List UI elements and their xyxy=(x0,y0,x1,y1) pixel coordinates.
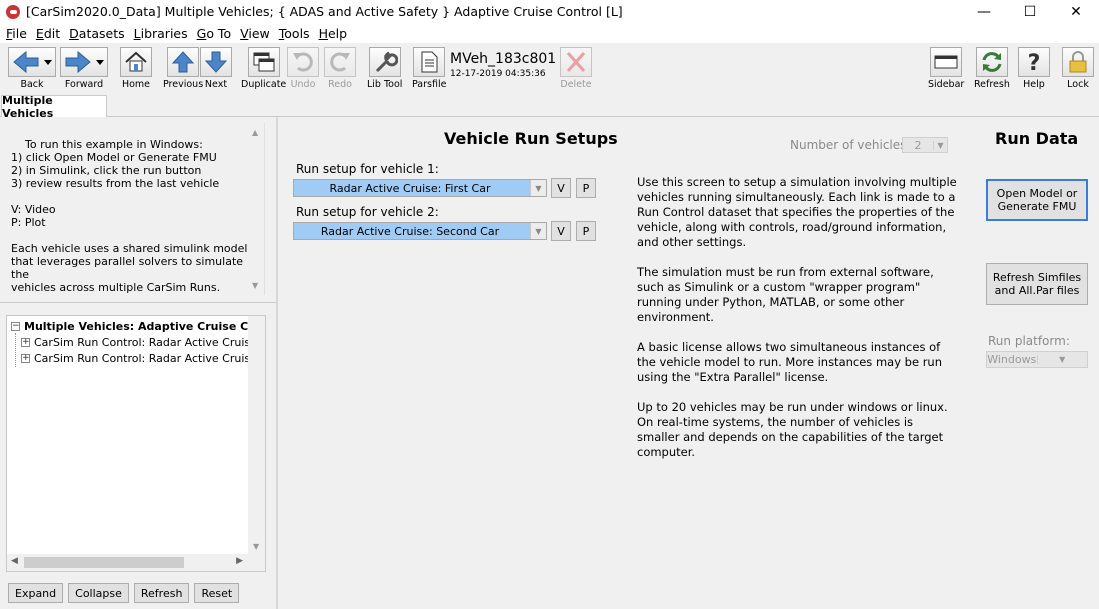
tree-horizontal-scrollbar[interactable]: ◀ ▶ xyxy=(7,554,265,571)
scroll-left-icon[interactable]: ◀ xyxy=(11,556,18,566)
chevron-down-icon[interactable]: ▼ xyxy=(530,223,546,239)
scroll-down-icon[interactable]: ▼ xyxy=(252,279,258,292)
dataset-tree: − Multiple Vehicles: Adaptive Cruise Con… xyxy=(6,315,266,572)
carsim-app-icon xyxy=(6,4,20,19)
tree-connector xyxy=(15,333,16,367)
undo-button[interactable]: Undo xyxy=(287,47,319,90)
scroll-up-icon[interactable]: ▲ xyxy=(252,126,258,139)
redo-button[interactable]: Redo xyxy=(324,47,356,90)
num-vehicles-select[interactable]: 2 ▼ xyxy=(902,137,948,153)
refresh-toolbar-button[interactable]: Refresh xyxy=(974,47,1010,90)
menu-file[interactable]: File xyxy=(3,26,33,41)
vehicle1-video-button[interactable]: V xyxy=(551,178,571,198)
vehicle2-setup-combo[interactable]: Radar Active Cruise: Second Car ▼ xyxy=(293,222,547,240)
run-platform-select[interactable]: Windows ▼ xyxy=(986,351,1088,368)
toolbar: Back Forward Home Previous Next Duplicat… xyxy=(0,44,1099,93)
chevron-down-icon: ▼ xyxy=(933,140,947,150)
dataset-timestamp: 12-17-2019 04:35:36 xyxy=(450,69,546,79)
menu-view[interactable]: View xyxy=(237,26,276,41)
forward-button[interactable]: Forward xyxy=(60,47,108,90)
delete-x-icon xyxy=(566,52,586,72)
up-arrow-icon xyxy=(171,51,195,73)
notes-text[interactable]: To run this example in Windows: 1) click… xyxy=(5,123,265,295)
wrench-icon xyxy=(375,51,398,73)
home-button[interactable]: Home xyxy=(120,47,152,90)
expand-icon[interactable]: + xyxy=(21,353,30,363)
refresh-tree-button[interactable]: Refresh xyxy=(133,583,190,603)
refresh-simfiles-button[interactable]: Refresh Simfiles and All.Par files xyxy=(986,263,1088,305)
menu-help[interactable]: Help xyxy=(316,26,354,41)
scroll-right-icon[interactable]: ▶ xyxy=(236,556,243,566)
help-button[interactable]: ? Help xyxy=(1018,47,1050,90)
scroll-thumb[interactable] xyxy=(24,557,184,568)
previous-button[interactable]: Previous xyxy=(163,47,203,90)
close-button[interactable]: ✕ xyxy=(1053,0,1099,23)
lock-icon xyxy=(1069,51,1087,73)
duplicate-icon xyxy=(253,52,275,72)
run-platform-label: Run platform: xyxy=(988,334,1070,348)
dataset-name: MVeh_183c801 xyxy=(450,51,557,67)
document-icon xyxy=(421,51,438,73)
refresh-icon xyxy=(982,52,1002,72)
tree-buttons: Expand Collapse Refresh Reset xyxy=(8,583,240,603)
home-icon xyxy=(125,51,147,72)
run-data-heading: Run Data xyxy=(995,129,1079,148)
left-panel: To run this example in Windows: 1) click… xyxy=(0,117,278,609)
menu-edit[interactable]: Edit xyxy=(33,26,66,41)
menu-libraries[interactable]: Libraries xyxy=(131,26,194,41)
title-bar: [CarSim2020.0_Data] Multiple Vehicles; {… xyxy=(0,0,1099,23)
main-panel: Vehicle Run Setups Number of vehicles: 2… xyxy=(280,117,1099,609)
window-title: [CarSim2020.0_Data] Multiple Vehicles; {… xyxy=(26,4,623,19)
sidebar-icon xyxy=(934,55,958,69)
back-arrow-icon xyxy=(13,50,52,74)
vehicle-run-setups-heading: Vehicle Run Setups xyxy=(444,129,618,148)
collapse-button[interactable]: Collapse xyxy=(68,583,129,603)
parsfile-button[interactable]: Parsfile xyxy=(412,47,446,90)
redo-icon xyxy=(330,52,350,72)
notes-scrollbar[interactable]: ▲ ▼ xyxy=(247,123,264,295)
vehicle2-video-button[interactable]: V xyxy=(551,221,571,241)
num-vehicles-label: Number of vehicles: xyxy=(790,138,911,152)
lib-tool-button[interactable]: Lib Tool xyxy=(367,47,402,90)
lock-button[interactable]: Lock xyxy=(1062,47,1094,90)
menu-bar: File Edit Datasets Libraries Go To View … xyxy=(0,23,1099,43)
delete-button[interactable]: Delete xyxy=(560,47,592,90)
vehicle2-plot-button[interactable]: P xyxy=(576,221,596,241)
tree-root-node[interactable]: − Multiple Vehicles: Adaptive Cruise Con… xyxy=(11,318,265,334)
reset-button[interactable]: Reset xyxy=(194,583,240,603)
down-arrow-icon xyxy=(204,51,228,73)
undo-icon xyxy=(293,52,313,72)
open-model-button[interactable]: Open Model or Generate FMU xyxy=(986,179,1088,221)
menu-go-to[interactable]: Go To xyxy=(194,26,237,41)
chevron-down-icon: ▼ xyxy=(1036,355,1088,364)
tree-child-node[interactable]: + CarSim Run Control: Radar Active Cruis… xyxy=(21,334,265,350)
back-button[interactable]: Back xyxy=(8,47,56,90)
svg-text:?: ? xyxy=(1028,51,1041,74)
minimize-button[interactable]: — xyxy=(961,0,1007,23)
vehicle1-setup-combo[interactable]: Radar Active Cruise: First Car ▼ xyxy=(293,179,547,197)
maximize-button[interactable]: ☐ xyxy=(1007,0,1053,23)
panel-splitter[interactable] xyxy=(0,302,276,305)
tree-child-node[interactable]: + CarSim Run Control: Radar Active Cruis… xyxy=(21,350,265,366)
expand-button[interactable]: Expand xyxy=(8,583,64,603)
scroll-down-icon[interactable]: ▼ xyxy=(253,542,259,551)
tab-multiple-vehicles[interactable]: Multiple Vehicles xyxy=(1,94,107,120)
menu-datasets[interactable]: Datasets xyxy=(66,26,130,41)
next-button[interactable]: Next xyxy=(200,47,232,90)
sidebar-button[interactable]: Sidebar xyxy=(928,47,964,90)
forward-arrow-icon xyxy=(65,50,104,74)
tab-strip: Multiple Vehicles xyxy=(0,94,1099,120)
collapse-icon[interactable]: − xyxy=(11,321,20,331)
expand-icon[interactable]: + xyxy=(21,337,30,347)
vehicle1-label: Run setup for vehicle 1: xyxy=(296,162,439,176)
vehicle1-plot-button[interactable]: P xyxy=(576,178,596,198)
menu-tools[interactable]: Tools xyxy=(276,26,316,41)
duplicate-button[interactable]: Duplicate xyxy=(241,47,286,90)
chevron-down-icon[interactable]: ▼ xyxy=(530,180,546,196)
tree-vertical-scrollbar[interactable]: ▼ xyxy=(248,316,265,554)
description-text: Use this screen to setup a simulation in… xyxy=(637,175,957,459)
question-mark-icon: ? xyxy=(1028,51,1041,74)
vehicle2-label: Run setup for vehicle 2: xyxy=(296,205,439,219)
